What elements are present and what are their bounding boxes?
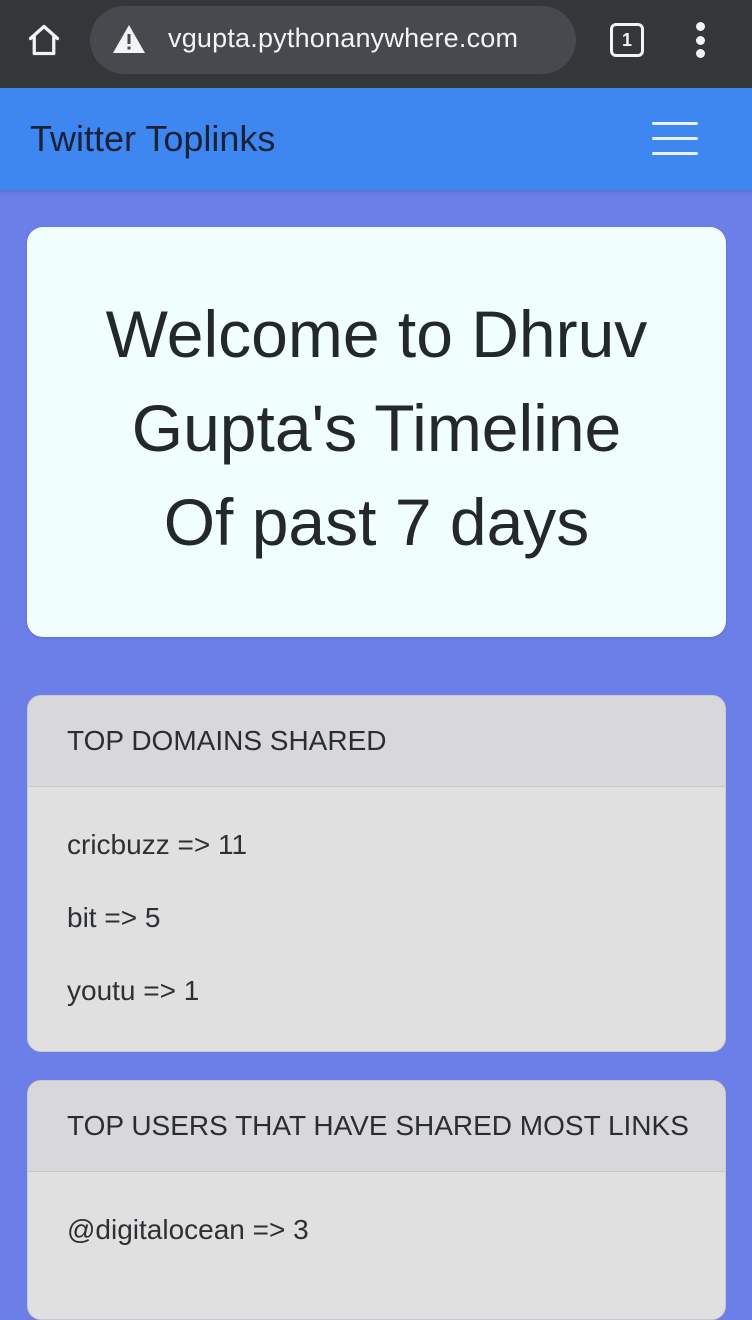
warning-triangle-icon[interactable] [112, 24, 146, 54]
menu-dot [695, 35, 705, 45]
list-item: cricbuzz => 11 [67, 829, 248, 860]
tab-count: 1 [621, 29, 632, 50]
top-users-card: TOP USERS THAT HAVE SHARED MOST LINKS @d… [27, 1080, 726, 1320]
page-title: Welcome to Dhruv Gupta's Timeline Of pas… [67, 287, 686, 569]
home-icon [28, 24, 60, 56]
top-users-header: TOP USERS THAT HAVE SHARED MOST LINKS [28, 1081, 725, 1172]
menu-dot [695, 22, 705, 31]
hamburger-line [652, 137, 698, 140]
list-item: bit => 5 [67, 902, 161, 933]
list-item: youtu => 1 [67, 975, 200, 1006]
list-item: @digitalocean => 3 [67, 1214, 309, 1245]
navbar-brand[interactable]: Twitter Toplinks [30, 118, 275, 160]
hamburger-line [652, 122, 698, 125]
hamburger-icon[interactable] [652, 122, 698, 156]
hamburger-line [652, 152, 698, 155]
url-text[interactable]: vgupta.pythonanywhere.com [168, 23, 518, 54]
browser-toolbar: vgupta.pythonanywhere.com 1 [0, 0, 752, 88]
site-navbar: Twitter Toplinks [0, 88, 752, 190]
title-line-1: Welcome to Dhruv [105, 297, 648, 371]
title-line-2: Gupta's Timeline [131, 391, 622, 465]
home-button[interactable] [22, 18, 66, 62]
address-bar[interactable]: vgupta.pythonanywhere.com [90, 6, 576, 74]
top-domains-header: TOP DOMAINS SHARED [28, 696, 725, 787]
welcome-jumbotron: Welcome to Dhruv Gupta's Timeline Of pas… [27, 227, 726, 637]
menu-dot [695, 49, 705, 58]
tab-switcher-icon: 1 [610, 23, 644, 57]
more-vert-icon[interactable] [688, 18, 712, 62]
top-domains-card: TOP DOMAINS SHARED cricbuzz => 11 bit =>… [27, 695, 726, 1052]
top-users-list: @digitalocean => 3 [28, 1172, 725, 1285]
tab-switcher-button[interactable]: 1 [609, 22, 645, 58]
title-line-3: Of past 7 days [163, 485, 590, 559]
top-domains-list: cricbuzz => 11 bit => 5 youtu => 1 [28, 787, 725, 1046]
